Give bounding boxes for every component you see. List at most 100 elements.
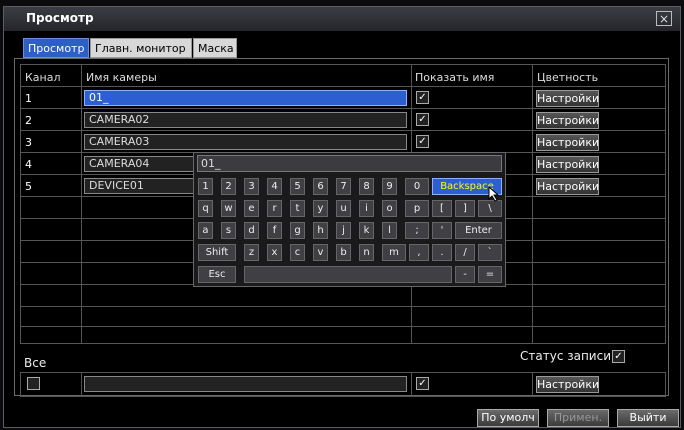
key[interactable]: [	[432, 200, 452, 217]
show-name-checkbox[interactable]: ✓	[416, 135, 429, 148]
key[interactable]: y	[313, 200, 328, 217]
key[interactable]: ]	[455, 200, 475, 217]
row-divider	[20, 326, 666, 327]
col-divider	[532, 372, 533, 396]
key[interactable]: q	[198, 200, 213, 217]
key[interactable]: /	[455, 244, 475, 261]
keyboard-input[interactable]: 01_	[197, 155, 502, 172]
camera-name-input[interactable]: CAMERA03	[84, 134, 407, 150]
esc-key[interactable]: Esc	[198, 266, 236, 283]
key[interactable]: f	[267, 222, 282, 239]
key[interactable]: 9	[382, 178, 397, 195]
key[interactable]: =	[478, 266, 502, 283]
record-status-checkbox[interactable]: ✓	[612, 350, 625, 363]
key[interactable]: 8	[359, 178, 374, 195]
col-divider	[665, 372, 666, 396]
key[interactable]: 7	[336, 178, 351, 195]
close-icon[interactable]: ×	[656, 11, 672, 26]
tab-mask[interactable]: Маска	[193, 38, 237, 58]
enter-key[interactable]: Enter	[455, 222, 502, 239]
row-divider	[20, 108, 666, 109]
key[interactable]: ,	[409, 244, 429, 261]
show-name-checkbox[interactable]: ✓	[416, 91, 429, 104]
channel-number: 2	[25, 114, 32, 127]
camera-name-input[interactable]: CAMERA02	[84, 112, 407, 128]
header-camera-name: Имя камеры	[86, 71, 157, 84]
key[interactable]: n	[359, 244, 374, 261]
key[interactable]: t	[290, 200, 305, 217]
channel-number: 4	[25, 158, 32, 171]
header-show-name: Показать имя	[415, 71, 495, 84]
key[interactable]: b	[336, 244, 351, 261]
key[interactable]: 3	[244, 178, 259, 195]
key[interactable]: i	[359, 200, 374, 217]
key[interactable]: \	[478, 200, 502, 217]
row-divider	[20, 306, 666, 307]
row-divider	[20, 86, 666, 87]
key[interactable]: k	[359, 222, 374, 239]
key[interactable]: l	[382, 222, 397, 239]
col-divider	[20, 372, 21, 396]
color-settings-button[interactable]: Настройки	[536, 90, 599, 107]
key[interactable]: z	[244, 244, 259, 261]
key[interactable]: s	[221, 222, 236, 239]
key[interactable]: o	[382, 200, 397, 217]
show-name-checkbox[interactable]: ✓	[416, 113, 429, 126]
color-settings-button[interactable]: Настройки	[536, 156, 599, 173]
key[interactable]: x	[267, 244, 282, 261]
key[interactable]: v	[313, 244, 328, 261]
space-key[interactable]	[244, 266, 452, 283]
key[interactable]: m	[382, 244, 406, 261]
col-divider	[81, 372, 82, 396]
all-label: Все	[24, 356, 47, 370]
key[interactable]: 1	[198, 178, 213, 195]
color-settings-button[interactable]: Настройки	[536, 134, 599, 151]
key[interactable]: j	[336, 222, 351, 239]
col-divider	[81, 64, 82, 344]
key[interactable]: 0	[405, 178, 429, 195]
key[interactable]: 4	[267, 178, 282, 195]
all-show-name-checkbox[interactable]: ✓	[416, 377, 429, 390]
color-settings-button[interactable]: Настройки	[536, 112, 599, 129]
key[interactable]: 5	[290, 178, 305, 195]
camera-name-input[interactable]: 01_	[84, 90, 407, 106]
key[interactable]: p	[405, 200, 429, 217]
row-divider	[20, 130, 666, 131]
key[interactable]: .	[432, 244, 452, 261]
channel-number: 1	[25, 92, 32, 105]
row-divider	[20, 372, 666, 373]
all-name-field[interactable]	[84, 376, 407, 392]
key[interactable]: e	[244, 200, 259, 217]
col-divider	[411, 372, 412, 396]
key[interactable]: `	[478, 244, 502, 261]
key[interactable]: u	[336, 200, 351, 217]
key[interactable]: -	[455, 266, 475, 283]
key[interactable]: r	[267, 200, 282, 217]
key[interactable]: h	[313, 222, 328, 239]
channel-number: 3	[25, 136, 32, 149]
key[interactable]: g	[290, 222, 305, 239]
key[interactable]: 2	[221, 178, 236, 195]
header-color: Цветность	[537, 71, 599, 84]
exit-button[interactable]: Выйти	[617, 409, 679, 427]
mouse-cursor-icon	[488, 186, 500, 202]
window-title: Просмотр	[26, 11, 94, 25]
key[interactable]: a	[198, 222, 213, 239]
row-divider	[20, 396, 666, 397]
all-color-settings-button[interactable]: Настройки	[536, 376, 599, 393]
key[interactable]: 6	[313, 178, 328, 195]
record-status-label: Статус записи	[520, 349, 612, 363]
tab-main-monitor[interactable]: Главн. монитор	[90, 38, 192, 58]
apply-button[interactable]: Примен.	[547, 409, 609, 427]
key[interactable]: c	[290, 244, 305, 261]
key[interactable]: w	[221, 200, 236, 217]
tab-preview[interactable]: Просмотр	[23, 38, 89, 58]
default-button[interactable]: По умолч	[477, 409, 539, 427]
key[interactable]: '	[432, 222, 452, 239]
all-select-checkbox[interactable]	[27, 377, 40, 390]
color-settings-button[interactable]: Настройки	[536, 178, 599, 195]
shift-key[interactable]: Shift	[198, 244, 236, 261]
key[interactable]: ;	[405, 222, 429, 239]
header-channel: Канал	[25, 71, 61, 84]
key[interactable]: d	[244, 222, 259, 239]
